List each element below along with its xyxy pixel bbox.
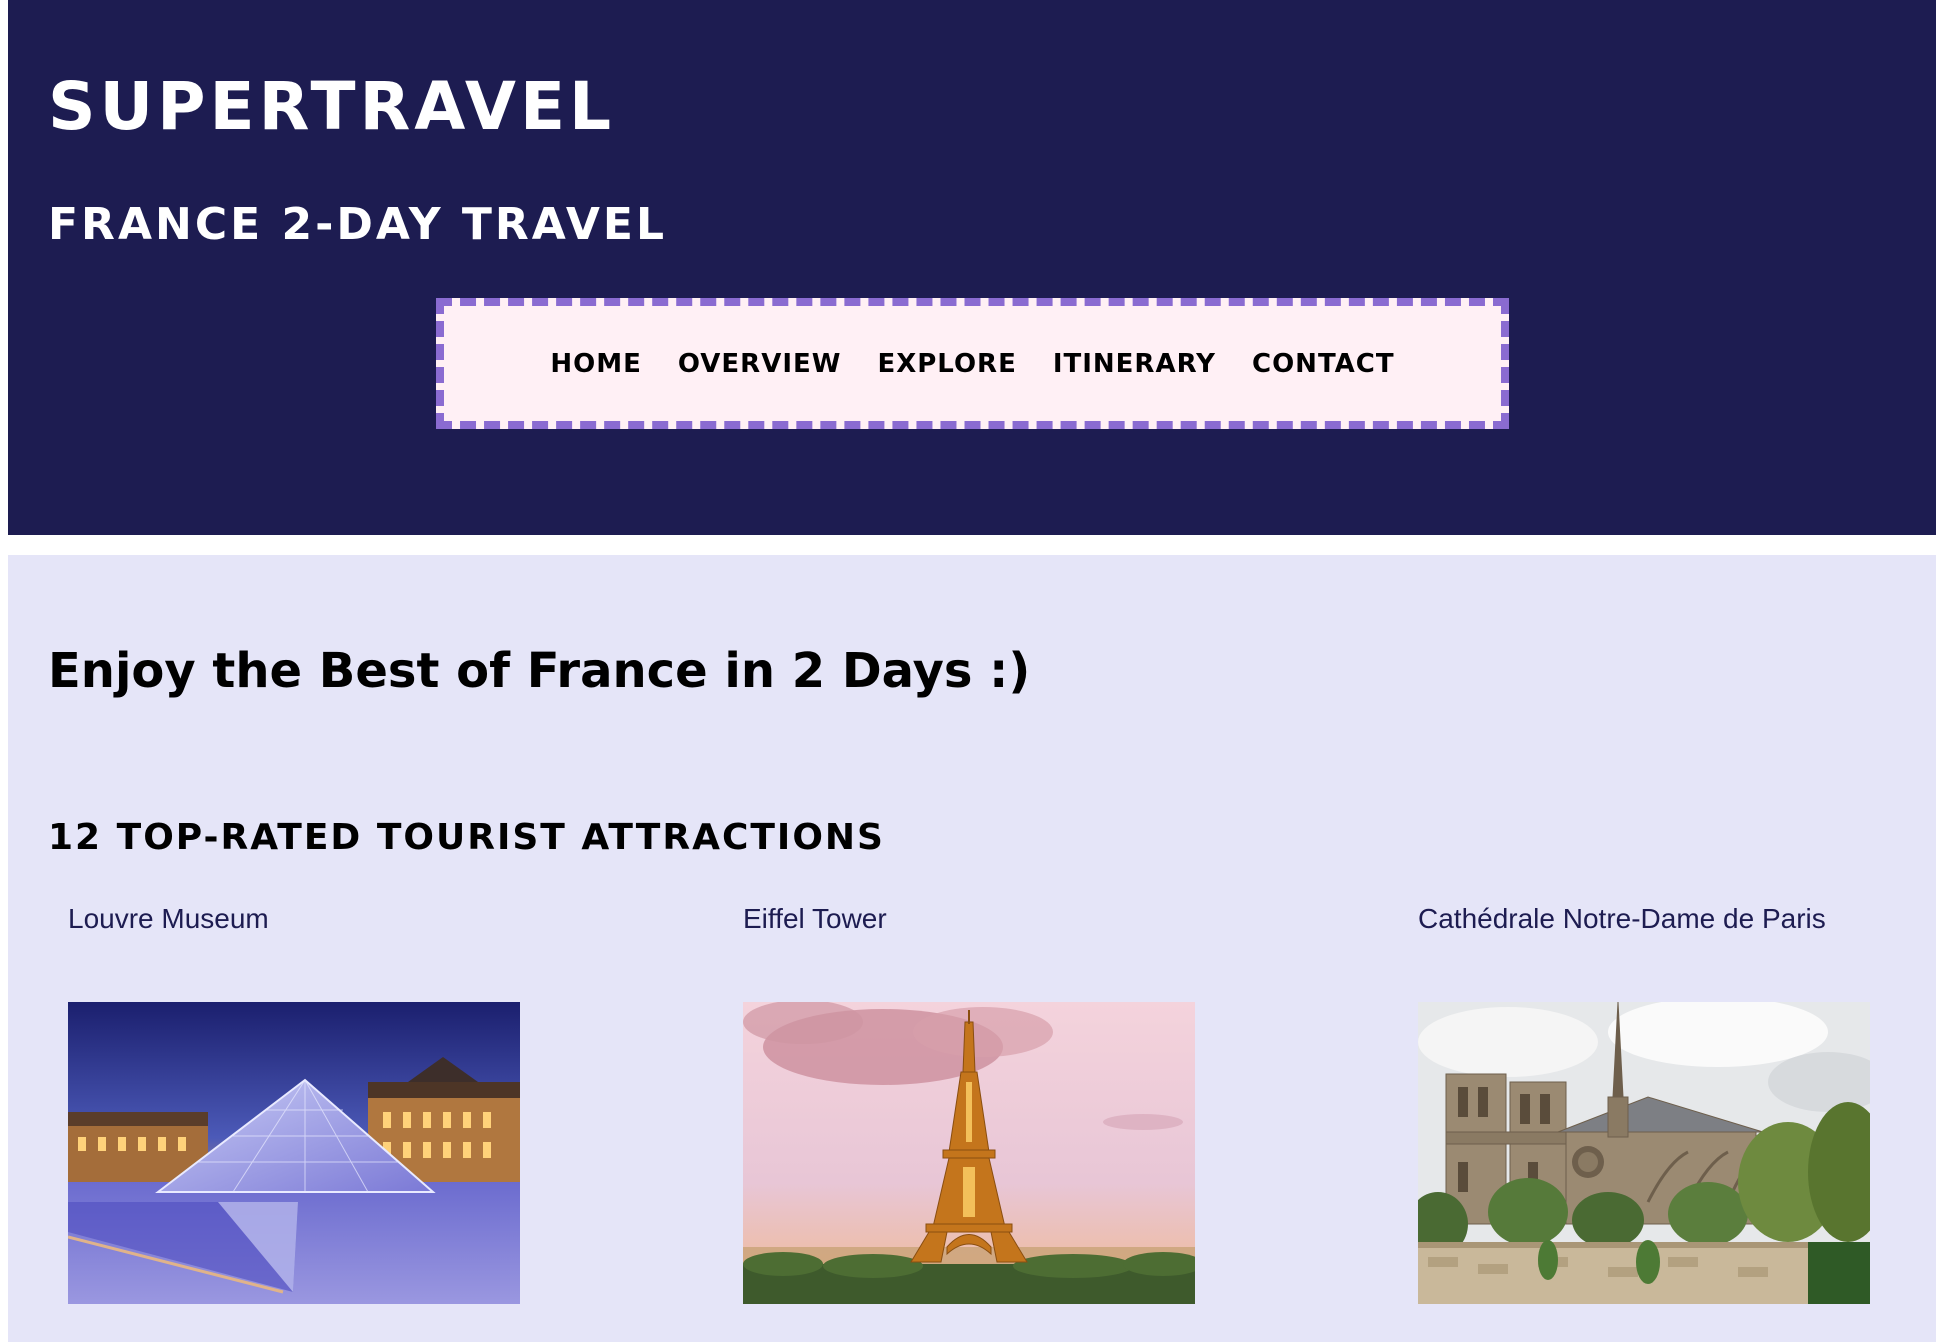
nav-home-link[interactable]: HOME	[550, 349, 642, 379]
site-title: SUPERTRAVEL	[48, 68, 616, 145]
page-subtitle: FRANCE 2-DAY TRAVEL	[48, 199, 668, 250]
eiffel-tower-photo[interactable]	[743, 1002, 1195, 1304]
attraction-title: Louvre Museum	[68, 903, 269, 934]
site-header: SUPERTRAVEL FRANCE 2-DAY TRAVEL HOME OVE…	[8, 0, 1936, 535]
attraction-card-notre-dame: Cathédrale Notre-Dame de Paris	[1418, 905, 1878, 1315]
attraction-title: Cathédrale Notre-Dame de Paris	[1418, 903, 1826, 934]
attractions-heading: 12 TOP-RATED TOURIST ATTRACTIONS	[48, 817, 885, 858]
nav-explore-link[interactable]: EXPLORE	[877, 349, 1016, 379]
main-nav: HOME OVERVIEW EXPLORE ITINERARY CONTACT	[436, 298, 1509, 429]
nav-itinerary-link[interactable]: ITINERARY	[1053, 349, 1216, 379]
nav-overview-link[interactable]: OVERVIEW	[678, 349, 842, 379]
main-content: Enjoy the Best of France in 2 Days :) 12…	[8, 555, 1936, 1342]
notre-dame-cathedral-photo[interactable]	[1418, 1002, 1870, 1304]
nav-contact-link[interactable]: CONTACT	[1252, 349, 1395, 379]
attraction-card-eiffel: Eiffel Tower	[743, 905, 1203, 1315]
attraction-title: Eiffel Tower	[743, 903, 887, 934]
attraction-card-louvre: Louvre Museum	[68, 905, 528, 1315]
tagline: Enjoy the Best of France in 2 Days :)	[48, 643, 1031, 699]
louvre-pyramid-photo[interactable]	[68, 1002, 520, 1304]
